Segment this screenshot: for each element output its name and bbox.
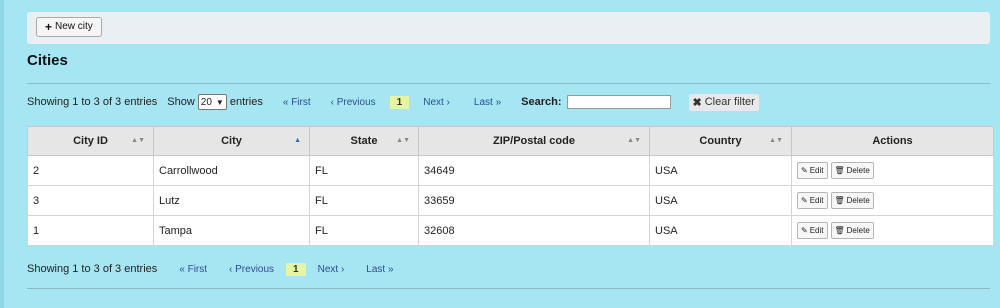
cities-table: City ID ▲▼ City ▲ State ▲▼ ZIP/Postal code ▲… [27, 126, 994, 246]
entries-label: entries [229, 96, 263, 108]
new-city-label: New city [55, 21, 93, 32]
sort-icon: ▲▼ [627, 137, 641, 144]
divider [27, 83, 990, 84]
first-page-link[interactable]: « First [179, 264, 207, 275]
current-page[interactable]: 1 [389, 95, 410, 109]
cell-city: Carrollwood [153, 155, 310, 186]
column-header-label: Country [699, 135, 742, 147]
page-title: Cities [27, 52, 68, 69]
clear-filter-button[interactable]: ✖ Clear filter [688, 93, 759, 111]
cell-state: FL [309, 185, 419, 216]
delete-label: Delete [846, 196, 870, 205]
clear-filter-label: Clear filter [704, 96, 755, 108]
trash-icon: 🗑 [834, 166, 845, 175]
column-header-state[interactable]: State ▲▼ [309, 126, 419, 156]
page-size-value: 20 [200, 96, 212, 108]
x-icon: ✖ [692, 96, 702, 109]
new-city-button[interactable]: + New city [36, 17, 102, 37]
current-page[interactable]: 1 [286, 262, 306, 276]
search-input[interactable] [566, 95, 671, 109]
next-page-link[interactable]: Next › [318, 264, 345, 275]
edit-label: Edit [809, 196, 824, 205]
table-controls-bottom: Showing 1 to 3 of 3 entries « First ‹ Pr… [27, 259, 394, 279]
cell-city-id: 1 [27, 215, 154, 246]
column-header-country[interactable]: Country ▲▼ [649, 126, 792, 156]
previous-page-link[interactable]: ‹ Previous [229, 264, 274, 275]
chevron-down-icon: ▼ [215, 97, 224, 107]
table-row: 2 Carrollwood FL 34649 USA ✎ Edit 🗑 Delete [27, 155, 994, 186]
entries-info: Showing 1 to 3 of 3 entries [27, 96, 158, 108]
edit-button[interactable]: ✎ Edit [797, 162, 828, 179]
cell-city: Lutz [153, 185, 310, 216]
delete-button[interactable]: 🗑 Delete [830, 222, 874, 239]
delete-label: Delete [846, 226, 870, 235]
trash-icon: 🗑 [834, 226, 845, 235]
cell-country: USA [649, 215, 792, 246]
column-header-zip[interactable]: ZIP/Postal code ▲▼ [418, 126, 650, 156]
cell-city-id: 2 [27, 155, 154, 186]
search-label: Search: [521, 96, 562, 108]
column-header-label: City [221, 135, 242, 147]
table-header-row: City ID ▲▼ City ▲ State ▲▼ ZIP/Postal code ▲… [27, 126, 994, 156]
column-header-city-id[interactable]: City ID ▲▼ [27, 126, 154, 156]
cell-state: FL [309, 215, 419, 246]
column-header-actions: Actions [791, 126, 994, 156]
cell-zip: 34649 [418, 155, 650, 186]
page-left-edge [0, 0, 4, 308]
last-page-link[interactable]: Last » [366, 264, 393, 275]
cell-city: Tampa [153, 215, 310, 246]
column-header-label: ZIP/Postal code [493, 135, 575, 147]
cell-city-id: 3 [27, 185, 154, 216]
column-header-label: City ID [73, 135, 108, 147]
next-page-link[interactable]: Next › [423, 97, 450, 108]
toolbar: + New city [27, 12, 990, 44]
divider [27, 288, 990, 289]
page-size-select[interactable]: 20 ▼ [197, 94, 227, 110]
previous-page-link[interactable]: ‹ Previous [331, 97, 376, 108]
plus-icon: + [45, 20, 53, 34]
cell-actions: ✎ Edit 🗑 Delete [791, 215, 994, 246]
cell-actions: ✎ Edit 🗑 Delete [791, 185, 994, 216]
column-header-label: State [350, 135, 378, 147]
table-controls-top: Showing 1 to 3 of 3 entries Show 20 ▼ en… [27, 92, 759, 112]
pencil-icon: ✎ [801, 196, 808, 205]
cell-zip: 33659 [418, 185, 650, 216]
delete-button[interactable]: 🗑 Delete [830, 162, 874, 179]
edit-label: Edit [809, 166, 824, 175]
trash-icon: 🗑 [834, 196, 845, 205]
pencil-icon: ✎ [801, 166, 808, 175]
edit-button[interactable]: ✎ Edit [797, 222, 828, 239]
cell-actions: ✎ Edit 🗑 Delete [791, 155, 994, 186]
column-header-city[interactable]: City ▲ [153, 126, 310, 156]
cell-country: USA [649, 155, 792, 186]
delete-label: Delete [846, 166, 870, 175]
sort-icon: ▲▼ [396, 137, 410, 144]
delete-button[interactable]: 🗑 Delete [830, 192, 874, 209]
table-row: 3 Lutz FL 33659 USA ✎ Edit 🗑 Delete [27, 185, 994, 216]
show-label: Show [167, 96, 195, 108]
sort-icon: ▲▼ [769, 137, 783, 144]
table-row: 1 Tampa FL 32608 USA ✎ Edit 🗑 Delete [27, 215, 994, 246]
edit-button[interactable]: ✎ Edit [797, 192, 828, 209]
pencil-icon: ✎ [801, 226, 808, 235]
column-header-label: Actions [872, 135, 913, 147]
cell-country: USA [649, 185, 792, 216]
sort-asc-icon: ▲ [294, 137, 301, 144]
sort-icon: ▲▼ [131, 137, 145, 144]
cell-zip: 32608 [418, 215, 650, 246]
cell-state: FL [309, 155, 419, 186]
first-page-link[interactable]: « First [283, 97, 311, 108]
edit-label: Edit [809, 226, 824, 235]
last-page-link[interactable]: Last » [474, 97, 501, 108]
entries-info: Showing 1 to 3 of 3 entries [27, 263, 158, 275]
